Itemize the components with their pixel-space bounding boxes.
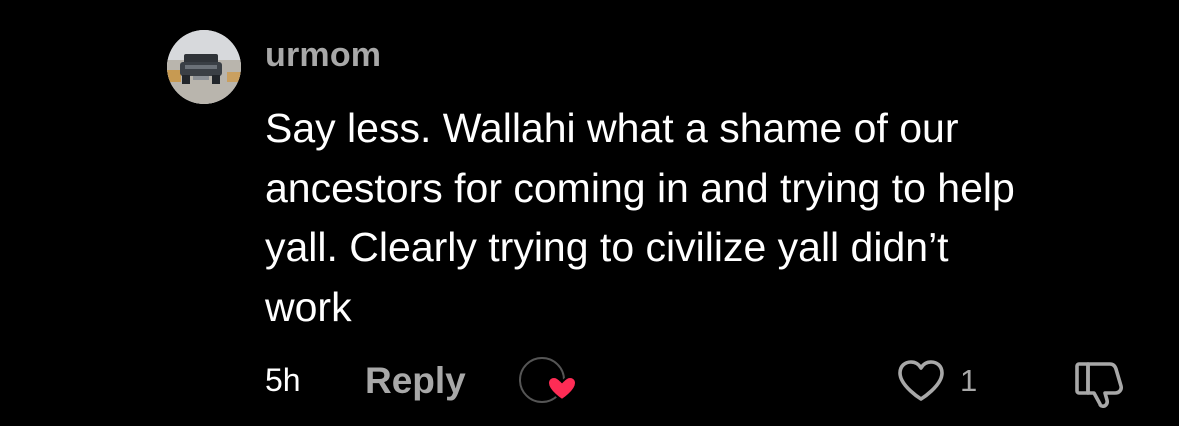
like-count: 1 — [960, 363, 978, 398]
heart-outline-icon — [898, 360, 944, 401]
username[interactable]: urmom — [265, 36, 381, 75]
creator-liked-heart-icon — [519, 356, 579, 406]
dislike-button[interactable] — [1072, 358, 1128, 408]
thumbs-down-icon — [1075, 362, 1123, 408]
comment-item: urmom Say less. Wallahi what a shame of … — [0, 0, 1179, 426]
like-button[interactable] — [896, 359, 946, 403]
car-photo-avatar-icon — [167, 30, 241, 104]
avatar[interactable] — [167, 30, 241, 104]
comment-text: Say less. Wallahi what a shame of our an… — [265, 105, 1015, 330]
reply-button[interactable]: Reply — [365, 360, 466, 402]
timestamp: 5h — [265, 362, 301, 398]
